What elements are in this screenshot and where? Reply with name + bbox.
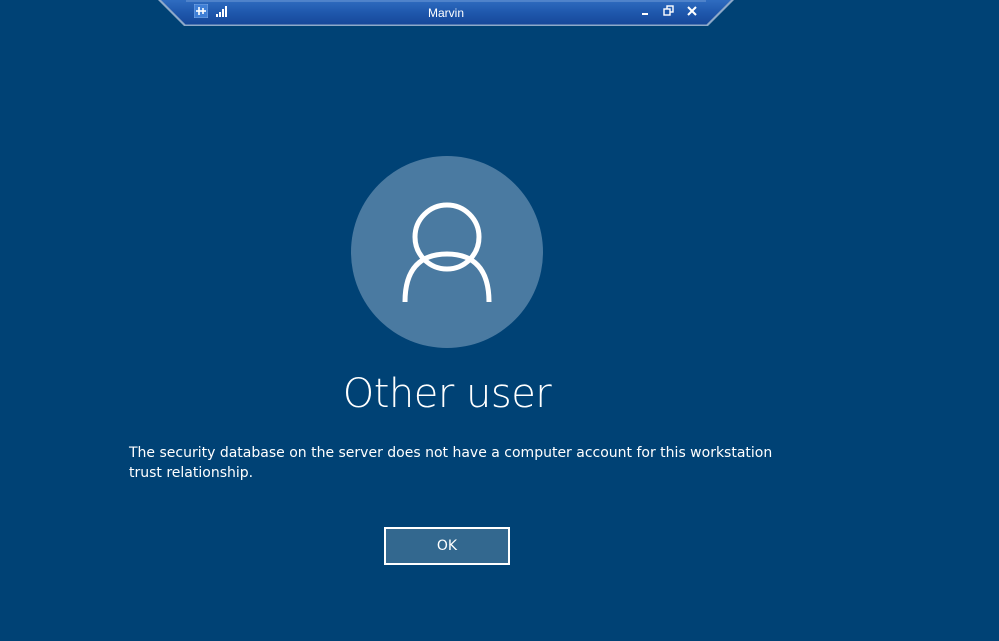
minimize-icon[interactable] <box>638 3 654 19</box>
user-name: Other user <box>342 371 552 417</box>
error-message: The security database on the server does… <box>129 445 773 481</box>
avatar <box>351 156 543 348</box>
ok-button[interactable]: OK <box>384 527 510 565</box>
close-icon[interactable] <box>684 3 700 19</box>
user-icon <box>402 202 492 303</box>
remote-connection-bar: Marvin <box>158 0 734 26</box>
lock-screen: Marvin Other user The security database … <box>0 0 999 641</box>
restore-icon[interactable] <box>661 3 677 19</box>
